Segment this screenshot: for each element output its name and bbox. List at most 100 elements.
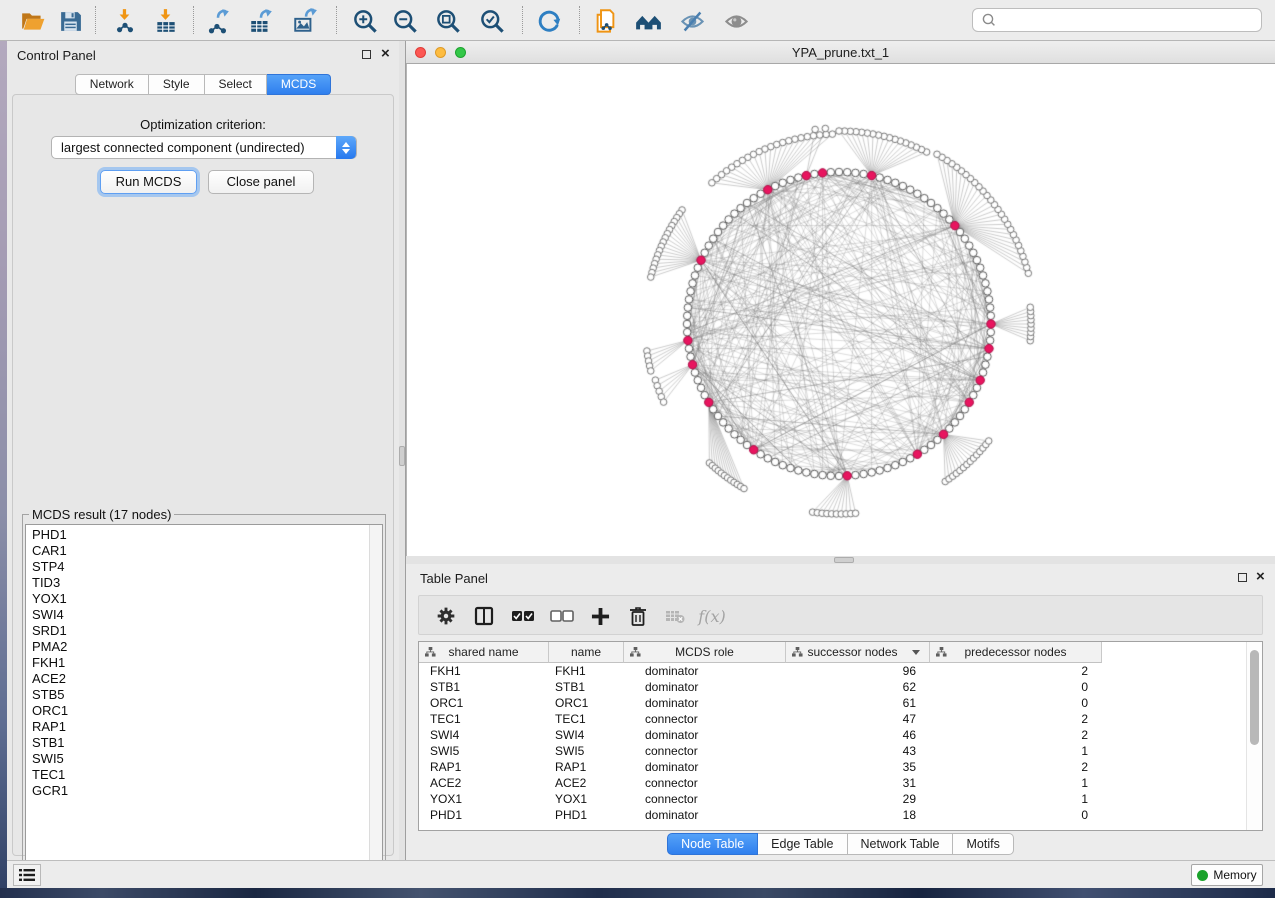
list-item[interactable]: TID3: [26, 575, 369, 591]
table-row[interactable]: ORC1 ORC1 dominator 61 0: [419, 695, 1246, 711]
network-window-title: YPA_prune.txt_1: [406, 45, 1275, 60]
function-builder-icon: f(x): [699, 603, 725, 629]
list-item[interactable]: TEC1: [26, 767, 369, 783]
memory-button[interactable]: Memory: [1191, 864, 1263, 886]
tab-node-table[interactable]: Node Table: [667, 833, 758, 855]
column-header-name[interactable]: name: [549, 642, 624, 663]
table-row[interactable]: RAP1 RAP1 dominator 35 2: [419, 759, 1246, 775]
close-panel-icon[interactable]: ×: [381, 45, 390, 63]
mcds-list-scrollbar[interactable]: [369, 525, 382, 877]
main-toolbar: [0, 0, 1275, 41]
list-item[interactable]: STB5: [26, 687, 369, 703]
open-session-icon[interactable]: [18, 6, 48, 36]
tab-network[interactable]: Network: [75, 74, 149, 95]
zoom-out-icon[interactable]: [390, 6, 420, 36]
close-panel-icon[interactable]: ×: [1256, 568, 1265, 586]
search-icon: [979, 11, 1001, 29]
table-row[interactable]: SWI4 SWI4 dominator 46 2: [419, 727, 1246, 743]
toolbar-separator: [336, 6, 337, 34]
show-hide-columns-icon[interactable]: [471, 603, 497, 629]
delete-column-icon[interactable]: [625, 603, 651, 629]
tab-network-table[interactable]: Network Table: [848, 833, 954, 855]
toolbar-separator: [95, 6, 96, 34]
list-item[interactable]: SWI4: [26, 607, 369, 623]
vertical-splitter[interactable]: [399, 41, 406, 860]
hide-selected-icon[interactable]: [677, 6, 707, 36]
status-bar: Memory: [7, 860, 1275, 888]
table-row[interactable]: STB1 STB1 dominator 62 0: [419, 679, 1246, 695]
column-header-predecessor-nodes[interactable]: predecessor nodes: [930, 642, 1102, 663]
float-panel-icon[interactable]: [1238, 573, 1247, 582]
list-item[interactable]: RAP1: [26, 719, 369, 735]
list-item[interactable]: STP4: [26, 559, 369, 575]
zoom-fit-icon[interactable]: [433, 6, 463, 36]
tab-style[interactable]: Style: [149, 74, 205, 95]
export-network-icon[interactable]: [203, 6, 233, 36]
list-item[interactable]: PMA2: [26, 639, 369, 655]
table-panel-header: Table Panel ×: [406, 564, 1275, 590]
list-item[interactable]: CAR1: [26, 543, 369, 559]
close-panel-button[interactable]: Close panel: [208, 170, 314, 194]
list-item[interactable]: ORC1: [26, 703, 369, 719]
search-input[interactable]: [1001, 10, 1261, 30]
splitter-handle[interactable]: [834, 557, 854, 563]
criterion-select[interactable]: largest connected component (undirected): [51, 136, 357, 159]
sort-caret-icon[interactable]: [912, 650, 920, 655]
list-item[interactable]: SWI5: [26, 751, 369, 767]
table-row[interactable]: ACE2 ACE2 connector 31 1: [419, 775, 1246, 791]
zoom-in-icon[interactable]: [350, 6, 380, 36]
task-history-button[interactable]: [13, 864, 41, 886]
horizontal-splitter[interactable]: [406, 556, 1275, 564]
mcds-result-listbox[interactable]: PHD1CAR1STP4TID3YOX1SWI4SRD1PMA2FKH1ACE2…: [25, 524, 383, 878]
mcds-result-title: MCDS result (17 nodes): [29, 507, 174, 522]
list-item[interactable]: ACE2: [26, 671, 369, 687]
float-panel-icon[interactable]: [362, 50, 371, 59]
table-row[interactable]: TEC1 TEC1 connector 47 2: [419, 711, 1246, 727]
deselect-all-icon[interactable]: [549, 603, 575, 629]
tab-select[interactable]: Select: [205, 74, 267, 95]
list-item[interactable]: GCR1: [26, 783, 369, 799]
tab-edge-table[interactable]: Edge Table: [758, 833, 847, 855]
list-item[interactable]: PHD1: [26, 527, 369, 543]
criterion-value: largest connected component (undirected): [61, 140, 305, 155]
refresh-icon[interactable]: [534, 6, 564, 36]
column-header-mcds-role[interactable]: MCDS role: [624, 642, 786, 663]
optimization-criterion-label: Optimization criterion:: [13, 117, 393, 132]
table-scrollbar[interactable]: [1246, 642, 1262, 830]
tab-mcds[interactable]: MCDS: [267, 74, 331, 95]
save-session-icon[interactable]: [55, 6, 85, 36]
table-row[interactable]: YOX1 YOX1 connector 29 1: [419, 791, 1246, 807]
export-table-icon[interactable]: [246, 6, 276, 36]
add-column-icon[interactable]: [587, 603, 613, 629]
network-graph-canvas[interactable]: [407, 64, 1275, 556]
import-table-icon[interactable]: [151, 6, 181, 36]
search-box[interactable]: [972, 8, 1262, 32]
column-header-shared-name[interactable]: shared name: [419, 642, 549, 663]
column-header-successor-nodes[interactable]: successor nodes: [786, 642, 930, 663]
scrollbar-thumb[interactable]: [1250, 650, 1259, 745]
wallpaper-strip-left: [0, 41, 7, 898]
show-all-icon[interactable]: [721, 6, 751, 36]
table-row[interactable]: FKH1 FKH1 dominator 96 2: [419, 663, 1246, 679]
network-window-titlebar[interactable]: YPA_prune.txt_1: [406, 41, 1275, 64]
first-neighbors-icon[interactable]: [633, 6, 663, 36]
zoom-selected-icon[interactable]: [477, 6, 507, 36]
node-table[interactable]: shared name name MCDS role successor nod…: [418, 641, 1263, 831]
clone-network-icon[interactable]: [590, 6, 620, 36]
gear-icon[interactable]: [433, 603, 459, 629]
export-image-icon[interactable]: [290, 6, 320, 36]
wallpaper-strip-bottom: [0, 888, 1275, 898]
memory-status-icon: [1197, 870, 1208, 881]
list-item[interactable]: STB1: [26, 735, 369, 751]
list-item[interactable]: YOX1: [26, 591, 369, 607]
tab-motifs[interactable]: Motifs: [953, 833, 1013, 855]
toolbar-separator: [522, 6, 523, 34]
table-row[interactable]: PHD1 PHD1 dominator 18 0: [419, 807, 1246, 823]
list-item[interactable]: FKH1: [26, 655, 369, 671]
import-network-icon[interactable]: [110, 6, 140, 36]
table-row[interactable]: SWI5 SWI5 connector 43 1: [419, 743, 1246, 759]
select-all-icon[interactable]: [510, 603, 536, 629]
splitter-handle[interactable]: [399, 446, 405, 466]
run-mcds-button[interactable]: Run MCDS: [100, 170, 197, 194]
list-item[interactable]: SRD1: [26, 623, 369, 639]
